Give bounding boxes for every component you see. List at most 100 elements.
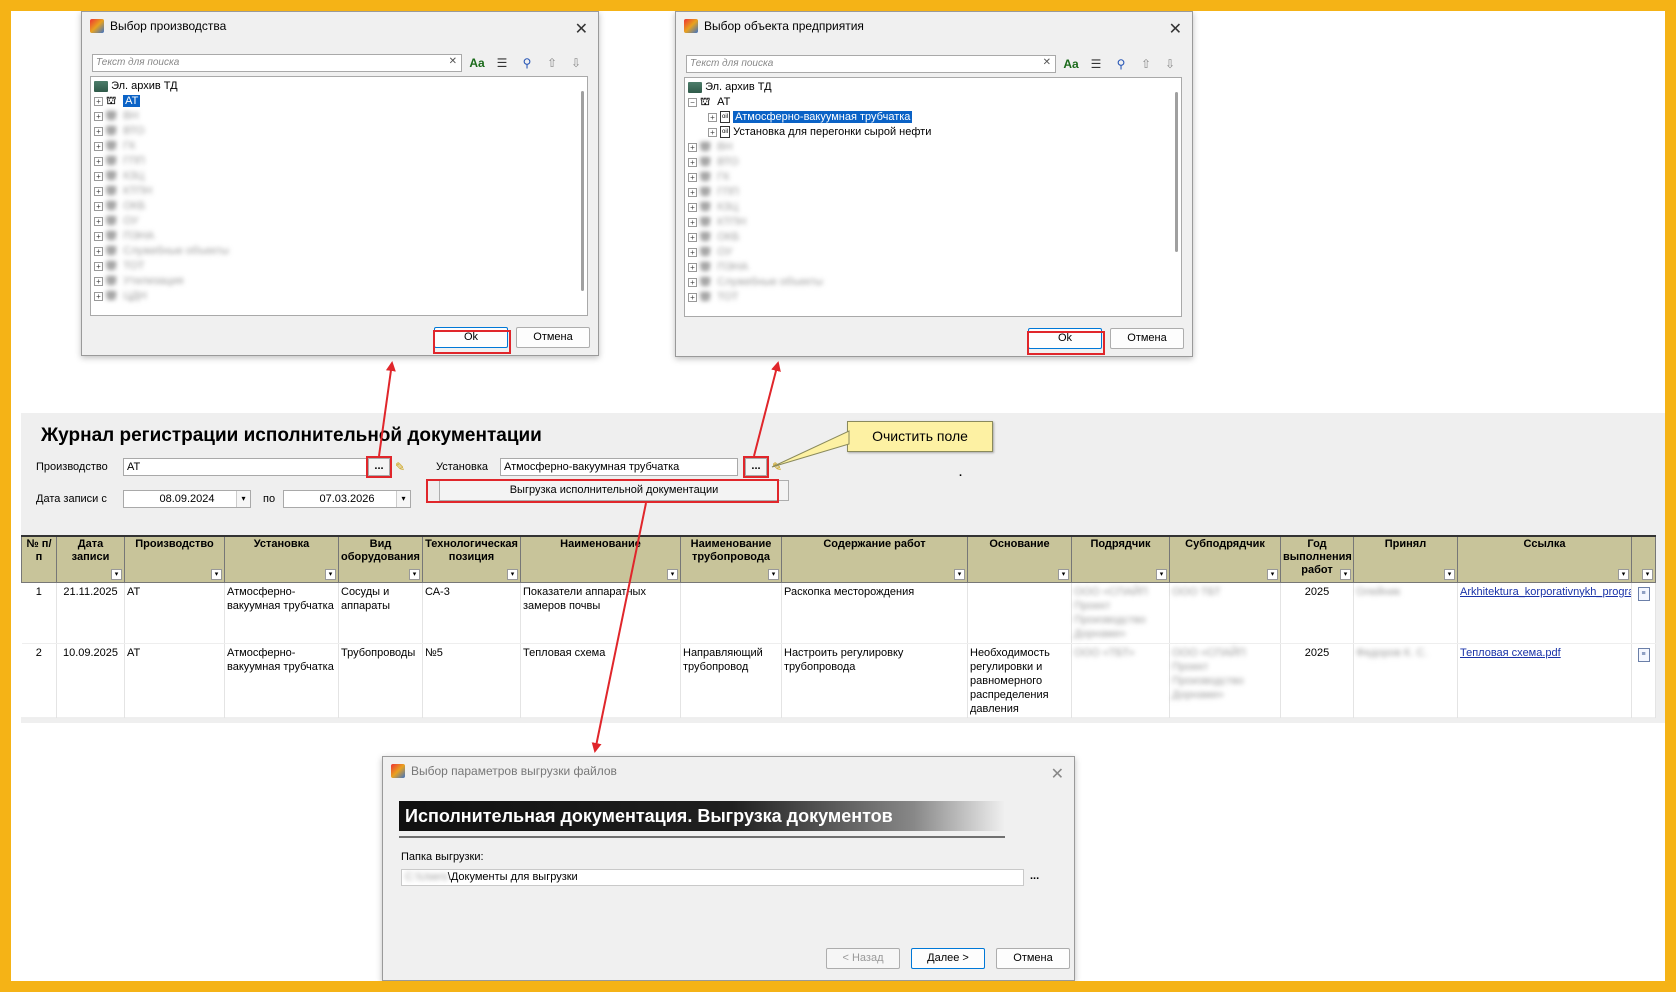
close-icon[interactable]: ✕ (575, 16, 588, 44)
binoculars-icon[interactable]: ⚲ (1111, 54, 1131, 74)
tree-root[interactable]: Эл. архив ТД (688, 80, 1181, 95)
installation-clear-icon[interactable]: ✎ (769, 459, 785, 475)
ok-button[interactable]: Ok (434, 327, 508, 348)
arrow-up-icon[interactable]: ⇧ (1136, 54, 1156, 74)
column-header[interactable]: Технологическая позиция ▾ (422, 535, 521, 583)
column-header[interactable]: Установка ▾ (224, 535, 339, 583)
expand-icon[interactable]: + (94, 276, 103, 286)
column-header[interactable]: Год выполнения работ ▾ (1280, 535, 1354, 583)
column-header[interactable]: Производство ▾ (124, 535, 225, 583)
expand-icon[interactable]: + (688, 172, 697, 182)
filter-icon[interactable]: ▾ (507, 568, 518, 580)
back-button[interactable]: < Назад (826, 948, 900, 969)
search-input[interactable]: Текст для поиска ✕ (92, 54, 462, 72)
expand-icon[interactable]: + (94, 171, 103, 181)
open-document-icon[interactable]: ≡ (1637, 647, 1650, 662)
tree-item-expanded[interactable]: − ⛫ АТ (688, 95, 1181, 110)
tree-item[interactable]: + ⛫ ВТО (94, 124, 587, 139)
filter-icon[interactable]: ▾ (1058, 568, 1069, 580)
match-case-icon[interactable]: Aa (467, 53, 487, 73)
filter-icon[interactable]: ▾ (211, 568, 222, 580)
column-header[interactable]: Основание ▾ (967, 535, 1072, 583)
tree-item[interactable]: + ⛫ Служебные объекты (688, 275, 1181, 290)
date-from-field[interactable]: 08.09.2024 ▾ (123, 490, 251, 508)
document-link[interactable]: Arkhitektura_korporativnykh_progra (1460, 586, 1631, 598)
expand-icon[interactable]: + (688, 277, 697, 287)
filter-icon[interactable]: ▾ (111, 568, 122, 580)
expand-icon[interactable]: + (688, 232, 697, 242)
filter-icon[interactable]: ▾ (1156, 568, 1167, 580)
expand-icon[interactable]: + (94, 291, 103, 301)
text-lines-icon[interactable]: ☰ (1086, 54, 1106, 74)
tree-item[interactable]: + ⛫ КЗЦ (94, 169, 587, 184)
expand-icon[interactable]: + (94, 156, 103, 166)
collapse-icon[interactable]: − (688, 97, 697, 107)
expand-icon[interactable]: + (688, 247, 697, 257)
tree-item[interactable]: + oil Установка для перегонки сырой нефт… (688, 125, 1181, 140)
tree-item-selected[interactable]: АТ (123, 95, 141, 107)
table-row[interactable]: 1 21.11.2025 АТ Атмосферно-вакуумная тру… (21, 582, 1656, 644)
tree-item[interactable]: + oil Атмосферно-вакуумная трубчатка (688, 110, 1181, 125)
production-select-button[interactable]: ... (368, 458, 390, 476)
installation-field[interactable]: Атмосферно-вакуумная трубчатка (500, 458, 738, 476)
clear-search-icon[interactable]: ✕ (1043, 57, 1051, 68)
tree-item[interactable]: + ⛫ КТПН (94, 184, 587, 199)
tree-item[interactable]: + ⛫ ПЭНА (94, 229, 587, 244)
tree-item[interactable]: + ⛫ ЦДН (94, 289, 587, 304)
next-button[interactable]: Далее > (911, 948, 985, 969)
arrow-down-icon[interactable]: ⇩ (566, 53, 586, 73)
arrow-up-icon[interactable]: ⇧ (542, 53, 562, 73)
ok-button[interactable]: Ok (1028, 328, 1102, 349)
column-header[interactable]: Содержание работ ▾ (781, 535, 968, 583)
installation-select-button[interactable]: ... (745, 458, 767, 476)
cancel-button[interactable]: Отмена (516, 327, 590, 348)
tree-scrollbar[interactable] (581, 91, 584, 291)
tree-item[interactable]: + ⛫ ГПП (94, 154, 587, 169)
expand-icon[interactable]: + (708, 127, 717, 137)
expand-icon[interactable]: + (688, 217, 697, 227)
expand-icon[interactable]: + (94, 246, 103, 256)
filter-icon[interactable]: ▾ (1642, 568, 1653, 580)
folder-field[interactable]: C:\Users\Документы для выгрузки (401, 869, 1024, 886)
filter-icon[interactable]: ▾ (1340, 568, 1351, 580)
tree-item[interactable]: + ⛫ КТПН (688, 215, 1181, 230)
column-header-extra[interactable]: ▾ (1631, 535, 1656, 583)
column-header[interactable]: Ссылка ▾ (1457, 535, 1632, 583)
tree-item[interactable]: + ⛫ ОУ (688, 245, 1181, 260)
search-input[interactable]: Текст для поиска ✕ (686, 55, 1056, 73)
expand-icon[interactable]: + (94, 111, 103, 121)
date-to-field[interactable]: 07.03.2026 ▾ (283, 490, 411, 508)
expand-icon[interactable]: + (688, 202, 697, 212)
tree-item[interactable]: + ⛫ ПЭНА (688, 260, 1181, 275)
filter-icon[interactable]: ▾ (1267, 568, 1278, 580)
tree-item[interactable]: + ⛫ ГК (94, 139, 587, 154)
production-field[interactable]: АТ (123, 458, 373, 476)
expand-icon[interactable]: + (94, 96, 103, 106)
tree-item[interactable]: + ⛫ ВТО (688, 155, 1181, 170)
filter-icon[interactable]: ▾ (409, 568, 420, 580)
expand-icon[interactable]: + (94, 231, 103, 241)
expand-icon[interactable]: + (688, 262, 697, 272)
date-to-dropdown-icon[interactable]: ▾ (396, 491, 410, 507)
expand-icon[interactable]: + (688, 292, 697, 302)
close-icon[interactable]: ✕ (1169, 16, 1182, 44)
expand-icon[interactable]: + (688, 157, 697, 167)
column-header[interactable]: Вид оборудования ▾ (338, 535, 423, 583)
tree-scrollbar[interactable] (1175, 92, 1178, 252)
tree-item[interactable]: + ⛫ КЗЦ (688, 200, 1181, 215)
filter-icon[interactable]: ▾ (667, 568, 678, 580)
tree-item[interactable]: + ⛫ ГК (688, 170, 1181, 185)
binoculars-icon[interactable]: ⚲ (517, 53, 537, 73)
expand-icon[interactable]: + (94, 186, 103, 196)
expand-icon[interactable]: + (688, 187, 697, 197)
browse-folder-button[interactable]: ... (1030, 870, 1039, 882)
column-header[interactable]: № п/п (21, 535, 57, 583)
match-case-icon[interactable]: Aa (1061, 54, 1081, 74)
expand-icon[interactable]: + (688, 142, 697, 152)
tree-item[interactable]: + ⛫ ОКБ (94, 199, 587, 214)
filter-icon[interactable]: ▾ (768, 568, 779, 580)
expand-icon[interactable]: + (94, 126, 103, 136)
export-documentation-button[interactable]: Выгрузка исполнительной документации (439, 480, 789, 501)
filter-icon[interactable]: ▾ (954, 568, 965, 580)
tree-item[interactable]: + ⛫ ТОТ (688, 290, 1181, 305)
